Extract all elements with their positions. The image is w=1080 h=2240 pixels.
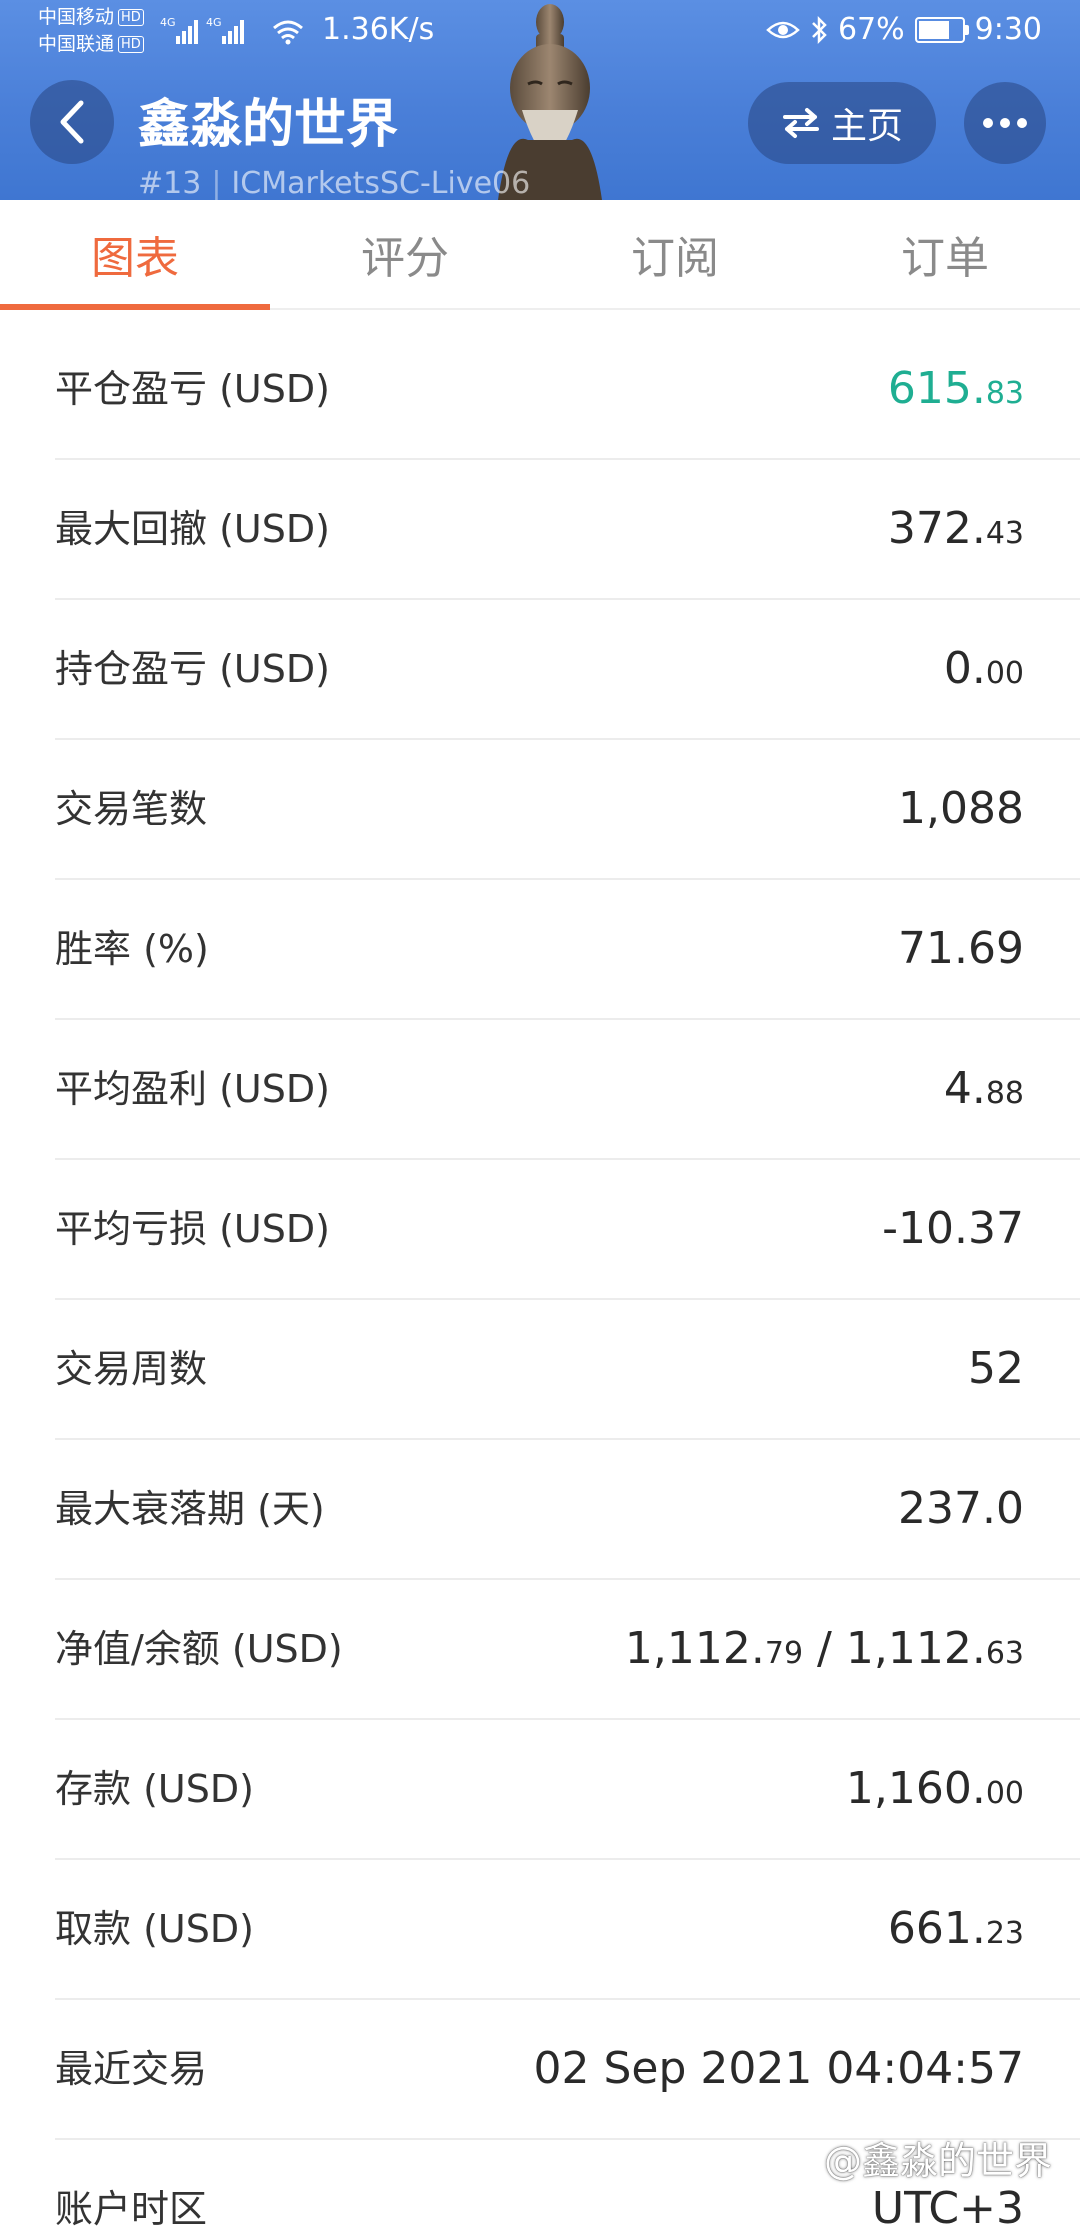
stat-row-trading-weeks: 交易周数 52: [55, 1300, 1080, 1440]
battery-percent: 67%: [837, 12, 905, 47]
battery-icon: [914, 16, 969, 43]
signal-icon-2: [222, 20, 244, 44]
stat-row-avg-profit: 平均盈利 (USD) 4.88: [55, 1020, 1080, 1160]
signal-icon-1: [176, 20, 198, 44]
stat-label: 胜率 (%): [55, 927, 209, 971]
stat-value: 1,160.00: [845, 1763, 1024, 1814]
stat-value: 237.0: [898, 1483, 1024, 1534]
chevron-left-icon: [60, 100, 84, 144]
tab-chart[interactable]: 图表: [0, 200, 270, 310]
more-dot-icon: [1000, 118, 1010, 128]
home-button[interactable]: 主页: [748, 82, 936, 164]
stats-list: 平仓盈亏 (USD) 615.83 最大回撤 (USD) 372.43 持仓盈亏…: [0, 320, 1080, 2240]
stat-label: 交易周数: [55, 1347, 208, 1391]
stat-label: 取款 (USD): [55, 1907, 254, 1951]
network-speed: 1.36K/s: [322, 12, 435, 47]
stat-value: -10.37: [882, 1203, 1024, 1254]
stat-label: 最大回撤 (USD): [55, 507, 330, 551]
home-label: 主页: [830, 106, 903, 147]
net-type-2: 4G: [206, 16, 222, 29]
swap-icon: [782, 108, 819, 138]
stat-row-equity-balance: 净值/余额 (USD) 1,112.79 / 1,112.63: [55, 1580, 1080, 1720]
status-right: 67% 9:30: [766, 12, 1042, 47]
tab-subscribe[interactable]: 订阅: [540, 200, 810, 308]
account-subtitle: #13 | ICMarketsSC-Live06: [138, 166, 531, 200]
stat-label: 平仓盈亏 (USD): [55, 367, 330, 411]
stat-label: 最大衰落期 (天): [55, 1487, 325, 1531]
stat-row-withdrawals: 取款 (USD) 661.23: [55, 1860, 1080, 2000]
stat-value: 71.69: [898, 923, 1024, 974]
more-dot-icon: [1017, 118, 1027, 128]
stat-label: 持仓盈亏 (USD): [55, 647, 330, 691]
wifi-icon: [273, 20, 303, 40]
bluetooth-icon: [812, 15, 827, 44]
more-button[interactable]: [964, 82, 1046, 164]
stat-row-last-trade: 最近交易 02 Sep 2021 04:04:57: [55, 2000, 1080, 2140]
stat-row-deposits: 存款 (USD) 1,160.00: [55, 1720, 1080, 1860]
back-button[interactable]: [30, 80, 114, 164]
stat-label: 净值/余额 (USD): [55, 1627, 343, 1671]
hd-badge: HD: [118, 9, 144, 26]
page-title: 鑫淼的世界: [138, 95, 399, 155]
rank-label: #13: [138, 166, 202, 200]
stat-value: 615.83: [887, 363, 1024, 414]
stat-row-trade-count: 交易笔数 1,088: [55, 740, 1080, 880]
stat-row-avg-loss: 平均亏损 (USD) -10.37: [55, 1160, 1080, 1300]
stat-label: 平均盈利 (USD): [55, 1067, 330, 1111]
carrier-1: 中国移动: [38, 6, 115, 28]
eye-icon: [766, 21, 800, 38]
stat-row-max-decline-days: 最大衰落期 (天) 237.0: [55, 1440, 1080, 1580]
watermark-text: @鑫淼的世界: [823, 2139, 1052, 2183]
stat-label: 存款 (USD): [55, 1767, 254, 1811]
stat-label: 最近交易: [55, 2047, 208, 2091]
stat-label: 交易笔数: [55, 787, 208, 831]
stat-row-win-rate: 胜率 (%) 71.69: [55, 880, 1080, 1020]
stat-value: 52: [968, 1343, 1024, 1394]
hd-badge-2: HD: [118, 36, 144, 53]
carrier-info: 中国移动 HD 中国联通 HD: [38, 4, 144, 58]
app-header: 中国移动 HD 中国联通 HD 4G 4G 1.36K/s 67% 9:30 鑫…: [0, 0, 1080, 200]
tab-orders[interactable]: 订单: [810, 200, 1080, 308]
stat-value: 0.00: [943, 643, 1024, 694]
stat-row-max-drawdown: 最大回撤 (USD) 372.43: [55, 460, 1080, 600]
stat-label: 平均亏损 (USD): [55, 1207, 330, 1251]
account-label: ICMarketsSC-Live06: [231, 166, 531, 200]
stat-value: 372.43: [887, 503, 1024, 554]
stat-value: 4.88: [943, 1063, 1024, 1114]
tab-bar: 图表 评分 订阅 订单: [0, 200, 1080, 310]
carrier-2: 中国联通: [38, 33, 115, 55]
weibo-watermark: @鑫淼的世界: [784, 2130, 1052, 2185]
stat-value: 1,112.79 / 1,112.63: [624, 1623, 1024, 1674]
stat-row-closed-pnl: 平仓盈亏 (USD) 615.83: [55, 320, 1080, 460]
stat-label: 账户时区: [55, 2187, 208, 2231]
stat-value: 02 Sep 2021 04:04:57: [533, 2043, 1024, 2094]
clock: 9:30: [974, 12, 1042, 47]
stat-value: 661.23: [887, 1903, 1024, 1954]
signal-icons: 4G 4G: [160, 14, 310, 52]
stat-value: 1,088: [898, 783, 1024, 834]
net-type-1: 4G: [160, 16, 176, 29]
tab-rating[interactable]: 评分: [270, 200, 540, 308]
stat-row-open-pnl: 持仓盈亏 (USD) 0.00: [55, 600, 1080, 740]
more-dot-icon: [983, 118, 993, 128]
weibo-logo-icon: [785, 2145, 817, 2172]
